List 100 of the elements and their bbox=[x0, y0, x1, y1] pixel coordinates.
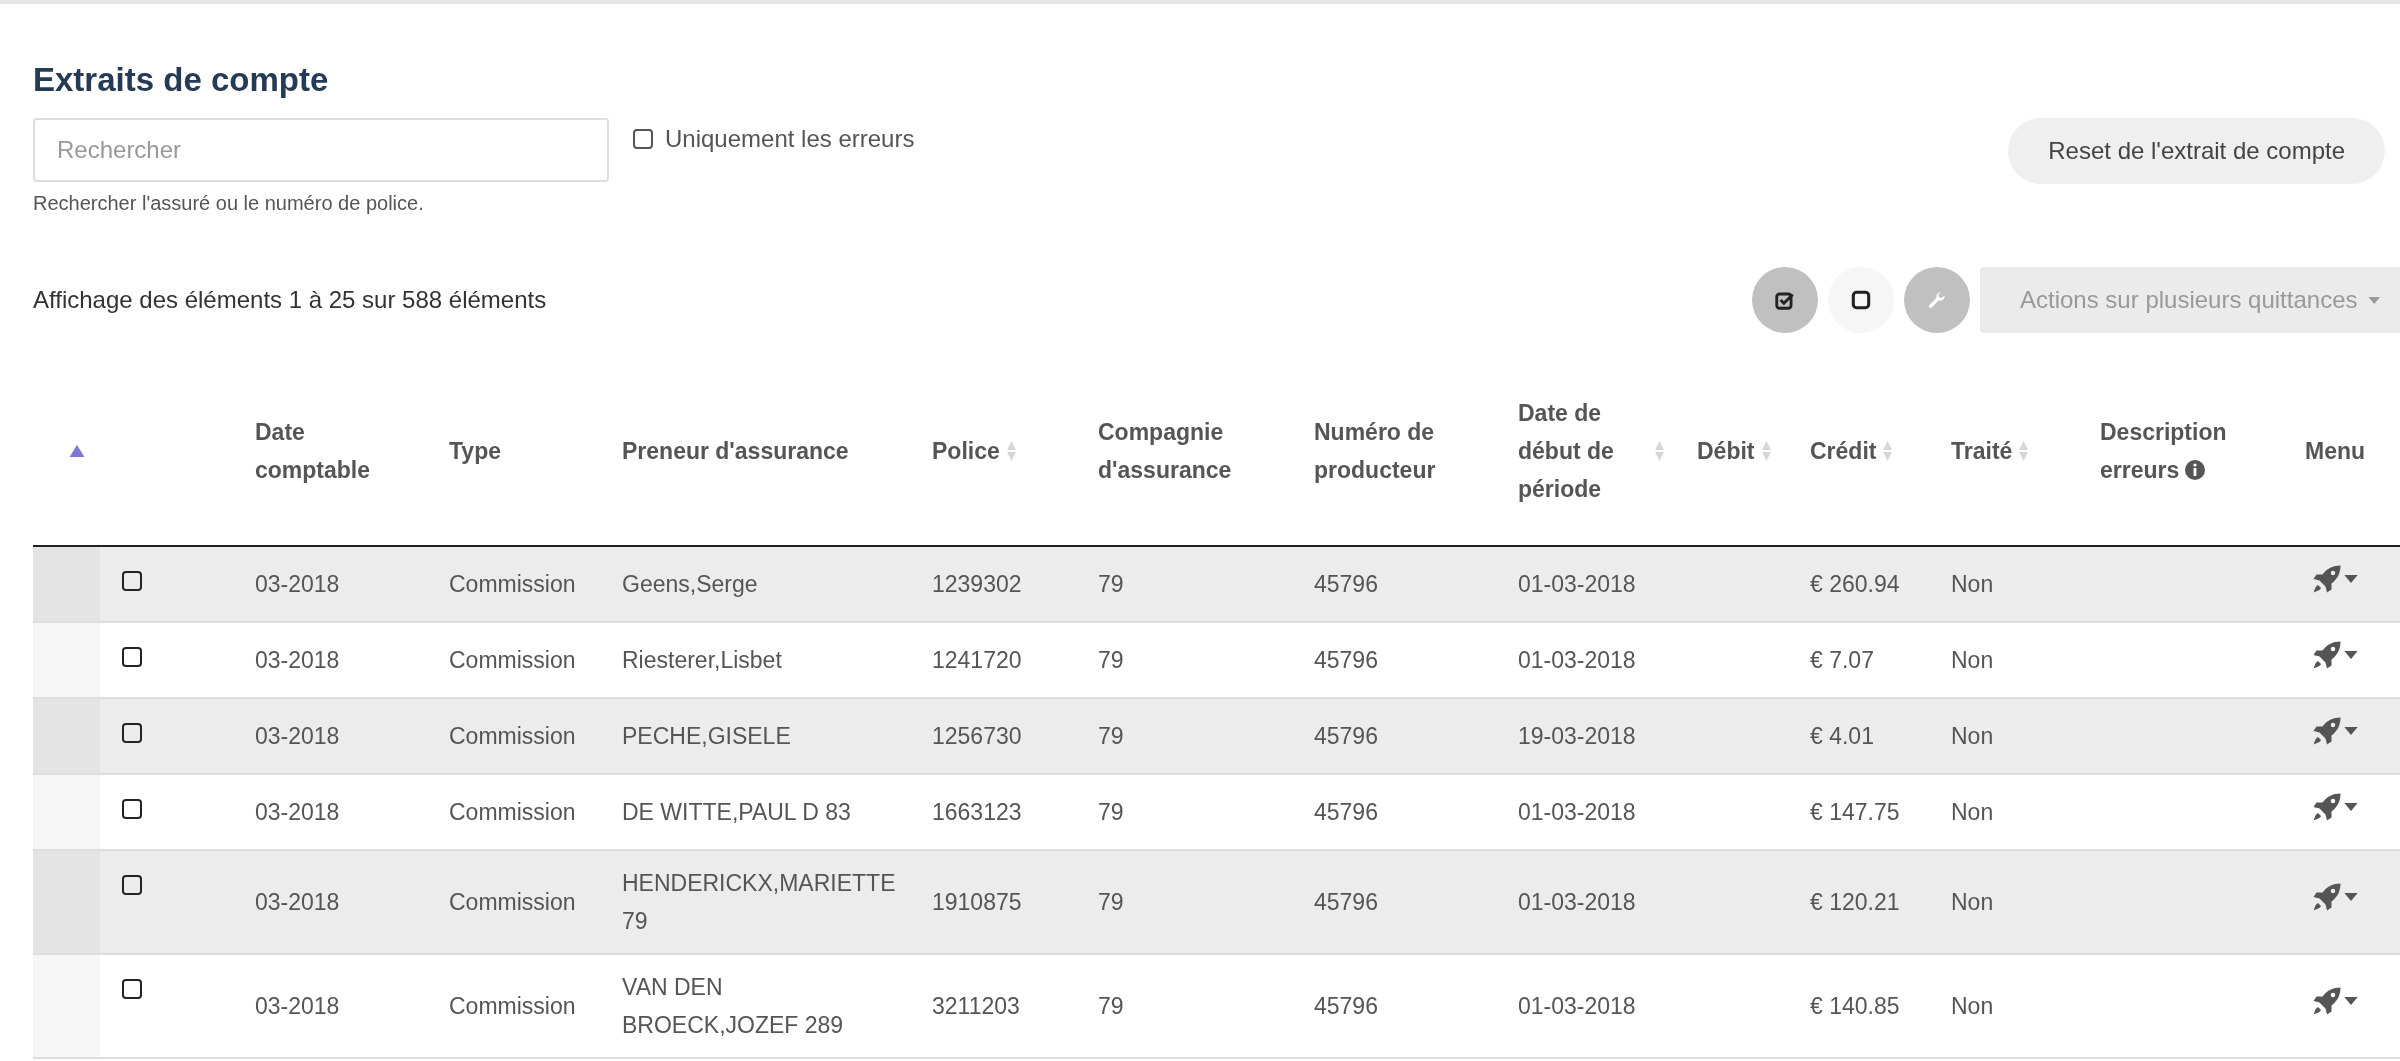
table-cell: € 4.01 bbox=[1810, 723, 1874, 749]
rocket-icon bbox=[2312, 563, 2342, 594]
row-menu-button[interactable] bbox=[2312, 715, 2358, 746]
column-header: Compagnie d'assurance bbox=[1098, 419, 1232, 483]
table-cell: Commission bbox=[449, 571, 576, 597]
rocket-icon bbox=[2312, 715, 2342, 746]
item-count: Affichage des éléments 1 à 25 sur 588 éléments bbox=[33, 286, 547, 314]
table-cell: Geens,Serge bbox=[622, 571, 758, 597]
row-menu-button[interactable] bbox=[2312, 563, 2358, 594]
column-header: Crédit bbox=[1810, 437, 1877, 466]
column-header: Date de début de période bbox=[1518, 399, 1615, 504]
table-cell: 79 bbox=[1098, 993, 1124, 1019]
table-cell: HENDERICKX,MARIETTE 79 bbox=[622, 870, 896, 934]
table-cell: 79 bbox=[1098, 799, 1124, 825]
table-cell: 45796 bbox=[1314, 647, 1378, 673]
table-cell: Commission bbox=[449, 993, 576, 1019]
row-checkbox[interactable] bbox=[122, 979, 142, 999]
search-hint: Rechercher l'assuré ou le numéro de police. bbox=[33, 192, 425, 215]
table-cell: 45796 bbox=[1314, 889, 1378, 915]
rocket-icon bbox=[2312, 791, 2342, 822]
column-header: Description erreurs bbox=[2100, 419, 2227, 483]
table-cell: 79 bbox=[1098, 571, 1124, 597]
table-cell: 01-03-2018 bbox=[1518, 993, 1636, 1019]
table-cell: 03-2018 bbox=[255, 571, 340, 597]
table-cell: Non bbox=[1951, 647, 1994, 673]
table-cell: 19-03-2018 bbox=[1518, 723, 1636, 749]
table-cell: 1256730 bbox=[932, 723, 1022, 749]
table-cell: Commission bbox=[449, 647, 576, 673]
row-checkbox[interactable] bbox=[122, 571, 142, 591]
page-title: Extraits de compte bbox=[33, 60, 330, 100]
square-icon bbox=[1850, 289, 1872, 311]
row-checkbox[interactable] bbox=[122, 723, 142, 743]
table-cell: € 260.94 bbox=[1810, 571, 1900, 597]
table-cell: 03-2018 bbox=[255, 799, 340, 825]
column-header: Numéro de producteur bbox=[1314, 419, 1436, 483]
table-cell: VAN DEN BROECK,JOZEF 289 bbox=[622, 974, 844, 1038]
table-cell: 45796 bbox=[1314, 723, 1378, 749]
table-cell: Non bbox=[1951, 723, 1994, 749]
table-cell: € 147.75 bbox=[1810, 799, 1900, 825]
table-cell: 45796 bbox=[1314, 799, 1378, 825]
table-cell: Non bbox=[1951, 889, 1994, 915]
table-cell: € 120.21 bbox=[1810, 889, 1900, 915]
table-cell: 3211203 bbox=[932, 993, 1020, 1019]
caret-icon bbox=[2344, 996, 2358, 1005]
caret-icon bbox=[2344, 650, 2358, 659]
table-cell: 79 bbox=[1098, 723, 1124, 749]
table-cell: € 140.85 bbox=[1810, 993, 1900, 1019]
row-checkbox[interactable] bbox=[122, 647, 142, 667]
errors-only-checkbox[interactable] bbox=[633, 129, 653, 149]
row-menu-button[interactable] bbox=[2312, 639, 2358, 670]
table-cell: 45796 bbox=[1314, 571, 1378, 597]
column-header: Menu bbox=[2304, 438, 2366, 464]
row-checkbox[interactable] bbox=[122, 875, 142, 895]
table-cell: Commission bbox=[449, 889, 576, 915]
row-menu-button[interactable] bbox=[2312, 881, 2358, 912]
table-cell: 01-03-2018 bbox=[1518, 799, 1636, 825]
column-header: Preneur d'assurance bbox=[622, 438, 849, 464]
caret-icon bbox=[2344, 802, 2358, 811]
table-cell: 03-2018 bbox=[255, 889, 340, 915]
table-cell: 1241720 bbox=[932, 647, 1022, 673]
rocket-icon bbox=[2312, 639, 2342, 670]
caret-icon bbox=[2344, 574, 2358, 583]
table-cell: 01-03-2018 bbox=[1518, 571, 1636, 597]
table-cell: 1910875 bbox=[932, 889, 1022, 915]
caret-icon bbox=[2344, 726, 2358, 735]
table-cell: 03-2018 bbox=[255, 723, 340, 749]
table-cell: 45796 bbox=[1314, 993, 1378, 1019]
caret-icon bbox=[2367, 296, 2380, 304]
table-cell: 79 bbox=[1098, 889, 1124, 915]
table-cell: DE WITTE,PAUL D 83 bbox=[622, 799, 851, 825]
sort-ascending-icon[interactable] bbox=[69, 445, 85, 457]
table-cell: 01-03-2018 bbox=[1518, 647, 1636, 673]
row-checkbox[interactable] bbox=[122, 799, 142, 819]
table-cell: Non bbox=[1951, 799, 1994, 825]
row-menu-button[interactable] bbox=[2312, 985, 2358, 1016]
reset-button[interactable]: Reset de l'extrait de compte bbox=[2008, 118, 2385, 184]
table-cell: 1239302 bbox=[932, 571, 1022, 597]
table-cell: Non bbox=[1951, 571, 1994, 597]
table-cell: 1663123 bbox=[932, 799, 1022, 825]
table-cell: Commission bbox=[449, 723, 576, 749]
column-header: Traité bbox=[1951, 437, 2013, 466]
rocket-icon bbox=[2312, 881, 2342, 912]
table-cell: 79 bbox=[1098, 647, 1124, 673]
table-cell: Non bbox=[1951, 993, 1994, 1019]
column-header: Police bbox=[932, 437, 1000, 466]
table-cell: € 7.07 bbox=[1810, 647, 1874, 673]
search-field[interactable]: Rechercher bbox=[33, 118, 609, 182]
column-header: Type bbox=[449, 438, 501, 464]
wrench-icon bbox=[1926, 289, 1948, 311]
column-header: Date comptable bbox=[255, 419, 371, 483]
table-cell: Commission bbox=[449, 799, 576, 825]
row-menu-button[interactable] bbox=[2312, 791, 2358, 822]
rocket-icon bbox=[2312, 985, 2342, 1016]
table-cell: 03-2018 bbox=[255, 647, 340, 673]
table-cell: 03-2018 bbox=[255, 993, 340, 1019]
table-cell: 01-03-2018 bbox=[1518, 889, 1636, 915]
column-header: Débit bbox=[1697, 437, 1755, 466]
errors-only-label[interactable]: Uniquement les erreurs bbox=[665, 125, 915, 153]
table-cell: Riesterer,Lisbet bbox=[622, 647, 782, 673]
table-cell: PECHE,GISELE bbox=[622, 723, 791, 749]
